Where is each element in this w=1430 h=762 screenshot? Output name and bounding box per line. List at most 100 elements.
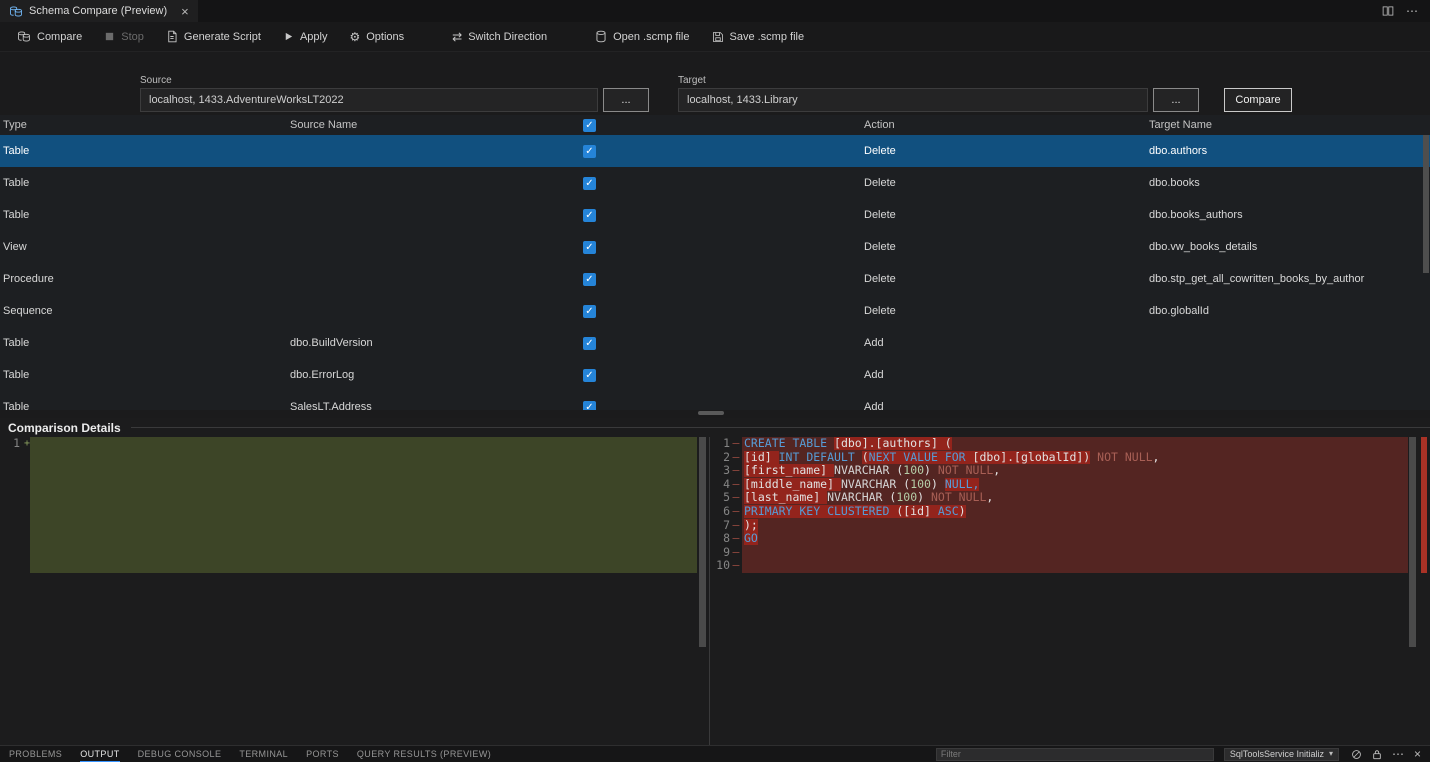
source-browse-button[interactable]: ... [603,88,649,112]
diff-line: 9– [710,546,1430,560]
panel-tab-query-results-preview[interactable]: QUERY RESULTS (PREVIEW) [357,746,491,762]
grid-header: Type Source Name ✓ Action Target Name [0,115,1430,135]
toolbar-save-scmp-file-button[interactable]: Save .scmp file [701,25,816,49]
diff-target-pane[interactable]: 1–CREATE TABLE [dbo].[authors] (2–[id] I… [710,437,1430,745]
table-row[interactable]: TableSalesLT.Address✓Add [0,391,1430,410]
row-include-cell: ✓ [575,209,861,222]
removed-indicator-icon: – [730,546,742,560]
table-row[interactable]: View✓Deletedbo.vw_books_details [0,231,1430,263]
row-target-name: dbo.books_authors [1146,209,1430,221]
row-include-cell: ✓ [575,273,861,286]
diff-line: 5–[last_name] NVARCHAR (100) NOT NULL, [710,491,1430,505]
column-header-action: Action [861,119,1146,131]
right-editor-scrollbar[interactable] [1409,437,1416,647]
split-editor-icon[interactable] [1382,5,1394,17]
compare-button[interactable]: Compare [1224,88,1292,112]
target-browse-button[interactable]: ... [1153,88,1199,112]
chevron-down-icon: ▾ [1329,750,1333,758]
schema-compare-window: Schema Compare (Preview) × ⋯ CompareStop… [0,0,1430,762]
row-target-name: dbo.vw_books_details [1146,241,1430,253]
diff-line: 6–PRIMARY KEY CLUSTERED ([id] ASC) [710,505,1430,519]
column-header-type: Type [0,119,287,131]
include-checkbox[interactable]: ✓ [583,177,596,190]
overview-ruler [1418,437,1430,745]
row-action: Delete [861,305,1146,317]
table-row[interactable]: Procedure ✓ Deletedbo.stp_get_all_cowritte… [0,263,1430,295]
toolbar-label: Open .scmp file [613,31,689,43]
panel-tab-debug-console[interactable]: DEBUG CONSOLE [138,746,222,762]
include-checkbox[interactable]: ✓ [583,209,596,222]
toolbar-options-button[interactable]: ⚙ Options [338,25,415,49]
grid-scrollbar[interactable] [1423,135,1429,273]
more-icon[interactable]: ⋯ [1392,748,1404,760]
include-checkbox[interactable]: ✓ [583,401,596,411]
editor-tab-schema-compare[interactable]: Schema Compare (Preview) × [0,0,198,22]
select-all-checkbox[interactable]: ✓ [583,119,596,132]
column-header-source-name: Source Name [287,119,575,131]
removed-indicator-icon: – [730,559,742,573]
tab-close-icon[interactable]: × [181,5,189,18]
output-channel-select[interactable]: SqlToolsService Initializ ▾ [1224,748,1339,761]
row-type: Table [0,145,287,157]
row-target-name: dbo.globalId [1146,305,1430,317]
include-checkbox[interactable]: ✓ [583,241,596,254]
source-input[interactable] [140,88,598,112]
comparison-details-header: Comparison Details [0,418,1430,437]
include-checkbox[interactable]: ✓ [583,369,596,382]
gear-icon: ⚙ [349,31,360,43]
toolbar-switch-direction-button[interactable]: ⇄Switch Direction [441,25,558,49]
more-icon[interactable]: ⋯ [1406,5,1418,17]
close-icon[interactable]: × [1414,748,1421,760]
output-filter-input[interactable] [936,748,1214,761]
removed-indicator-icon: – [730,519,742,533]
table-row[interactable]: Table✓Deletedbo.books [0,167,1430,199]
removed-indicator-icon: – [730,478,742,492]
row-action: Add [861,337,1146,349]
output-channel-label: SqlToolsService Initializ [1230,749,1324,759]
play-icon [283,31,294,42]
diff-line: 3–[first_name] NVARCHAR (100) NOT NULL, [710,464,1430,478]
panel-splitter[interactable] [0,410,1430,418]
diff-source-pane[interactable]: 1 + [0,437,710,745]
table-row[interactable]: Tabledbo.ErrorLog✓Add [0,359,1430,391]
include-checkbox[interactable]: ✓ [583,305,596,318]
diff-line: 1–CREATE TABLE [dbo].[authors] ( [710,437,1430,451]
include-checkbox[interactable]: ✓ [583,273,596,286]
diff-right-lines: 1–CREATE TABLE [dbo].[authors] (2–[id] I… [710,437,1430,573]
panel-tab-output[interactable]: OUTPUT [80,746,119,762]
lock-icon[interactable] [1372,749,1382,760]
panel-icons: ⋯× [1351,748,1421,760]
diff-editor: 1 + 1–CREATE TABLE [dbo].[authors] (2–[i… [0,437,1430,745]
tab-title: Schema Compare (Preview) [29,5,167,17]
splitter-grip-icon [698,411,724,415]
table-row[interactable]: Table✓Deletedbo.authors [0,135,1430,167]
header-divider [131,427,1430,428]
panel-tab-terminal[interactable]: TERMINAL [239,746,288,762]
row-action: Delete [861,273,1146,285]
left-editor-scrollbar[interactable] [699,437,706,647]
table-row[interactable]: Tabledbo.BuildVersion✓Add [0,327,1430,359]
include-checkbox[interactable]: ✓ [583,145,596,158]
toolbar-open-scmp-file-button[interactable]: Open .scmp file [584,25,700,49]
toolbar-apply-button[interactable]: Apply [272,25,339,49]
panel-tab-problems[interactable]: PROBLEMS [9,746,62,762]
diff-line: 8–GO [710,532,1430,546]
row-type: Table [0,369,287,381]
row-target-name: dbo.stp_get_all_cowritten_books_by_autho… [1146,273,1430,285]
toolbar-label: Options [366,31,404,43]
row-action: Delete [861,177,1146,189]
include-checkbox[interactable]: ✓ [583,337,596,350]
table-row[interactable]: Table✓Deletedbo.books_authors [0,199,1430,231]
row-type: Procedure [0,273,287,285]
target-input[interactable] [678,88,1148,112]
clear-output-icon[interactable] [1351,749,1362,760]
swap-icon: ⇄ [452,31,462,43]
table-row[interactable]: Sequence✓Deletedbo.globalId [0,295,1430,327]
toolbar-compare-button[interactable]: Compare [6,25,93,49]
row-include-cell: ✓ [575,241,861,254]
toolbar-generate-script-button[interactable]: Generate Script [155,25,272,49]
diff-line: 7–); [710,519,1430,533]
row-include-cell: ✓ [575,305,861,318]
row-include-cell: ✓ [575,177,861,190]
panel-tab-ports[interactable]: PORTS [306,746,339,762]
